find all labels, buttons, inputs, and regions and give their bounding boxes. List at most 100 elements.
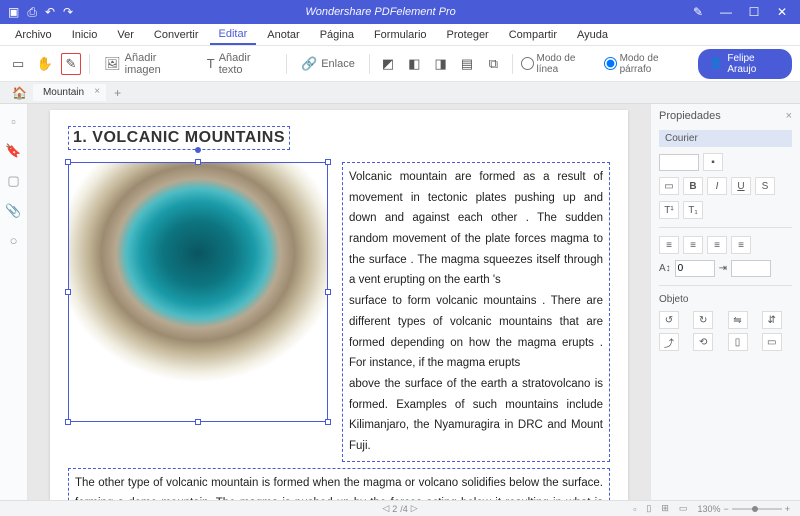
resize-handle-tl[interactable]: [65, 159, 71, 165]
rotate-right-button[interactable]: ↻: [693, 311, 713, 329]
tab-mountain[interactable]: Mountain×: [33, 84, 106, 101]
line-spacing-input[interactable]: [675, 260, 715, 277]
text-block-bottom[interactable]: The other type of volcanic mountain is f…: [68, 468, 610, 500]
edit-object-tool-icon[interactable]: ✎: [61, 53, 82, 75]
maximize-icon[interactable]: ☐: [744, 5, 764, 19]
indent-input[interactable]: [731, 260, 771, 277]
document-canvas[interactable]: 1. VOLCANIC MOUNTAINS Volcanic mountain …: [28, 104, 650, 500]
minimize-icon[interactable]: —: [716, 5, 736, 19]
resize-handle-br[interactable]: [325, 419, 331, 425]
align-center-button[interactable]: ≡: [683, 236, 703, 254]
indent-icon: ⇥: [719, 263, 727, 274]
view-grid-icon[interactable]: ⊞: [661, 503, 669, 514]
app-title: Wondershare PDFelement Pro: [81, 6, 680, 18]
close-tab-icon[interactable]: ×: [94, 86, 100, 97]
prev-page-icon[interactable]: ◁: [382, 503, 389, 514]
menu-archivo[interactable]: Archivo: [6, 26, 61, 44]
extract-button[interactable]: ⤴: [659, 333, 679, 351]
underline-button[interactable]: U: [731, 177, 751, 195]
mode-paragraph-radio[interactable]: Modo de párrafo: [604, 53, 686, 75]
add-text-button[interactable]: TAñadir texto: [201, 52, 278, 76]
menu-ayuda[interactable]: Ayuda: [568, 26, 617, 44]
superscript-button[interactable]: T¹: [659, 201, 679, 219]
font-color-button[interactable]: ▪: [703, 153, 723, 171]
edit-toolbar: ▭ ✋ ✎ 🖼Añadir imagen TAñadir texto 🔗Enla…: [0, 46, 800, 82]
user-account-button[interactable]: 👤Felipe Araujo: [698, 49, 792, 79]
border-button[interactable]: ▭: [659, 177, 679, 195]
header-footer-icon[interactable]: ▤: [457, 53, 477, 75]
align-left-button[interactable]: ≡: [659, 236, 679, 254]
menu-compartir[interactable]: Compartir: [500, 26, 566, 44]
zoom-out-icon[interactable]: −: [723, 504, 728, 514]
notify-icon[interactable]: ✎: [688, 5, 708, 19]
hand-tool-icon[interactable]: ✋: [34, 53, 54, 75]
view-facing-icon[interactable]: ▭: [679, 503, 688, 514]
mode-line-radio[interactable]: Modo de línea: [521, 53, 594, 75]
resize-handle-ml[interactable]: [65, 289, 71, 295]
strike-button[interactable]: S: [755, 177, 775, 195]
rotate-handle[interactable]: [195, 147, 201, 153]
bates-icon[interactable]: ⧉: [483, 53, 503, 75]
replace-button[interactable]: ⟲: [693, 333, 713, 351]
close-panel-icon[interactable]: ×: [786, 110, 792, 122]
print-icon[interactable]: ⎙: [27, 5, 37, 20]
home-tab-icon[interactable]: 🏠: [6, 86, 33, 100]
close-window-icon[interactable]: ✕: [772, 5, 792, 19]
resize-handle-tm[interactable]: [195, 159, 201, 165]
menu-editar[interactable]: Editar: [210, 25, 257, 45]
italic-button[interactable]: I: [707, 177, 727, 195]
paragraph-2: surface to form volcanic mountains . The…: [349, 291, 603, 374]
selected-image[interactable]: [68, 162, 328, 422]
rotate-left-button[interactable]: ↺: [659, 311, 679, 329]
page-navigator: ◁ 2 /4 ▷: [382, 503, 417, 514]
paragraph-bottom: The other type of volcanic mountain is f…: [75, 473, 603, 500]
undo-icon[interactable]: ↶: [45, 5, 55, 19]
status-bar: ◁ 2 /4 ▷ ▫ ▯ ⊞ ▭ 130% − +: [0, 500, 800, 516]
volcanic-crater-image: [69, 163, 327, 421]
link-button[interactable]: 🔗Enlace: [295, 56, 361, 72]
document-tabs: 🏠 Mountain× +: [0, 82, 800, 104]
menu-convertir[interactable]: Convertir: [145, 26, 208, 44]
align-obj-button[interactable]: ▯: [728, 333, 748, 351]
background-icon[interactable]: ◨: [431, 53, 451, 75]
resize-handle-mr[interactable]: [325, 289, 331, 295]
thumbnails-icon[interactable]: ▫: [11, 114, 16, 129]
flip-h-button[interactable]: ⇋: [728, 311, 748, 329]
text-block-right[interactable]: Volcanic mountain are formed as a result…: [342, 162, 610, 462]
doc-heading[interactable]: 1. VOLCANIC MOUNTAINS: [68, 126, 290, 150]
font-family-select[interactable]: Courier: [659, 130, 792, 147]
align-justify-button[interactable]: ≡: [731, 236, 751, 254]
align-right-button[interactable]: ≡: [707, 236, 727, 254]
menu-formulario[interactable]: Formulario: [365, 26, 436, 44]
watermark-icon[interactable]: ◧: [404, 53, 424, 75]
font-size-input[interactable]: [659, 154, 699, 171]
menu-ver[interactable]: Ver: [108, 26, 143, 44]
select-tool-icon[interactable]: ▭: [8, 53, 28, 75]
menu-anotar[interactable]: Anotar: [258, 26, 308, 44]
comments-icon[interactable]: ○: [10, 233, 18, 248]
menu-inicio[interactable]: Inicio: [63, 26, 107, 44]
paragraph-1: Volcanic mountain are formed as a result…: [349, 167, 603, 291]
resize-handle-bm[interactable]: [195, 419, 201, 425]
zoom-in-icon[interactable]: +: [785, 504, 790, 514]
search-panel-icon[interactable]: ▢: [7, 173, 19, 189]
zoom-slider[interactable]: [732, 508, 782, 510]
attachments-icon[interactable]: 📎: [5, 203, 21, 219]
view-continuous-icon[interactable]: ▯: [646, 503, 651, 514]
flip-v-button[interactable]: ⇵: [762, 311, 782, 329]
crop-icon[interactable]: ◩: [378, 53, 398, 75]
bold-button[interactable]: B: [683, 177, 703, 195]
subscript-button[interactable]: T₁: [683, 201, 703, 219]
distribute-button[interactable]: ▭: [762, 333, 782, 351]
menu-pagina[interactable]: Página: [311, 26, 363, 44]
bookmarks-icon[interactable]: 🔖: [5, 143, 21, 159]
resize-handle-tr[interactable]: [325, 159, 331, 165]
new-tab-icon[interactable]: +: [106, 86, 129, 100]
add-image-button[interactable]: 🖼Añadir imagen: [98, 52, 195, 76]
menu-proteger[interactable]: Proteger: [438, 26, 498, 44]
redo-icon[interactable]: ↷: [63, 5, 73, 19]
next-page-icon[interactable]: ▷: [411, 503, 418, 514]
resize-handle-bl[interactable]: [65, 419, 71, 425]
page-current[interactable]: 2: [392, 504, 397, 514]
view-single-icon[interactable]: ▫: [633, 504, 636, 514]
